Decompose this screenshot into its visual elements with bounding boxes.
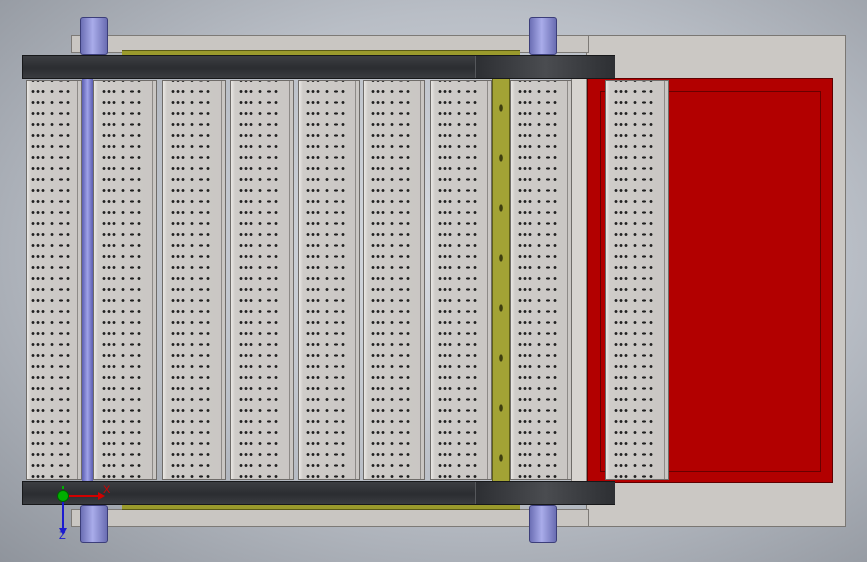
filter-module-2 bbox=[93, 80, 157, 480]
filter-module-9 bbox=[605, 80, 669, 480]
coordinate-triad: X Z bbox=[52, 484, 112, 544]
guide-bar-1 bbox=[571, 78, 587, 483]
filter-module-3 bbox=[162, 80, 226, 480]
filter-module-5 bbox=[298, 80, 360, 480]
pin-bottom-right bbox=[529, 505, 557, 543]
filter-module-7 bbox=[430, 80, 492, 480]
x-axis-label: X bbox=[103, 484, 111, 496]
bottom-beam-highlight bbox=[475, 482, 615, 504]
top-beam-highlight bbox=[475, 56, 615, 78]
olive-rail-holes bbox=[497, 78, 505, 483]
filter-module-8 bbox=[510, 80, 572, 480]
pin-top-left bbox=[80, 17, 108, 55]
graphics-viewport[interactable]: X Z bbox=[0, 0, 867, 562]
z-axis-label: Z bbox=[59, 530, 66, 542]
filter-module-1 bbox=[26, 80, 82, 480]
filter-module-4 bbox=[230, 80, 294, 480]
bottom-frame-rail bbox=[71, 509, 589, 527]
pin-top-right bbox=[529, 17, 557, 55]
blue-guide-bar bbox=[82, 78, 93, 483]
filter-module-6 bbox=[363, 80, 425, 480]
